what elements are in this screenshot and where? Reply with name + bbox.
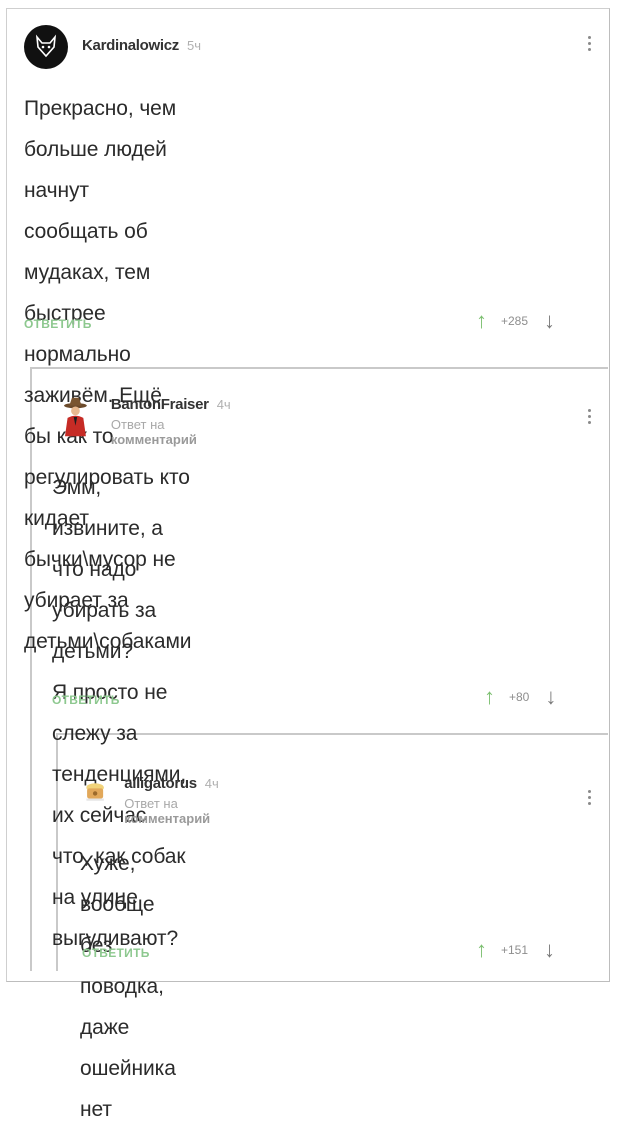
rating-value: +80 [509, 690, 530, 704]
rating-bar: ↑ +80 ↓ [484, 686, 556, 708]
comment-header: alligatorus 4ч Ответ на комментарий [82, 774, 229, 826]
avatar[interactable] [58, 393, 93, 441]
username[interactable]: Kardinalowicz [82, 37, 179, 54]
reply-context-prefix: Ответ на [110, 417, 165, 432]
rating-value: +285 [501, 314, 529, 328]
timestamp: 4ч [204, 776, 219, 791]
arrow-down-icon[interactable]: ↓ [544, 939, 555, 961]
timestamp: 5ч [186, 38, 201, 53]
comment-header: BantonFraiser 4ч Ответ на комментарий [58, 393, 236, 447]
parent-comment-link[interactable]: комментарий [124, 811, 210, 826]
rating-bar: ↑ +151 ↓ [476, 939, 555, 961]
username[interactable]: BantonFraiser [111, 396, 209, 413]
more-vertical-icon[interactable] [587, 409, 593, 427]
reply-context: Ответ на комментарий [124, 796, 228, 826]
avatar[interactable] [82, 774, 108, 810]
box-avatar-icon [86, 783, 104, 801]
reply-context-prefix: Ответ на [124, 796, 178, 811]
reply-context: Ответ на комментарий [111, 417, 236, 447]
more-vertical-icon[interactable] [587, 790, 593, 808]
username[interactable]: alligatorus [124, 775, 197, 792]
arrow-down-icon[interactable]: ↓ [544, 310, 555, 332]
reply-button[interactable]: ОТВЕТИТЬ [24, 317, 92, 331]
fox-logo-icon [35, 34, 57, 58]
timestamp: 4ч [216, 397, 231, 412]
reply-button[interactable]: ОТВЕТИТЬ [82, 946, 150, 960]
comment-header: Kardinalowicz 5ч [24, 25, 201, 69]
rating-bar: ↑ +285 ↓ [476, 310, 555, 332]
arrow-up-icon[interactable]: ↑ [476, 310, 487, 332]
arrow-up-icon[interactable]: ↑ [476, 939, 487, 961]
arrow-down-icon[interactable]: ↓ [545, 686, 556, 708]
more-vertical-icon[interactable] [587, 36, 593, 54]
reply-button[interactable]: ОТВЕТИТЬ [52, 693, 120, 707]
comment-text: Хуже, вообще без поводка, даже ошейника … [80, 852, 176, 1121]
avatar[interactable] [24, 25, 68, 69]
arrow-up-icon[interactable]: ↑ [484, 686, 495, 708]
parent-comment-link[interactable]: комментарий [111, 432, 197, 447]
mountie-avatar-icon [64, 397, 87, 437]
rating-value: +151 [501, 943, 529, 957]
